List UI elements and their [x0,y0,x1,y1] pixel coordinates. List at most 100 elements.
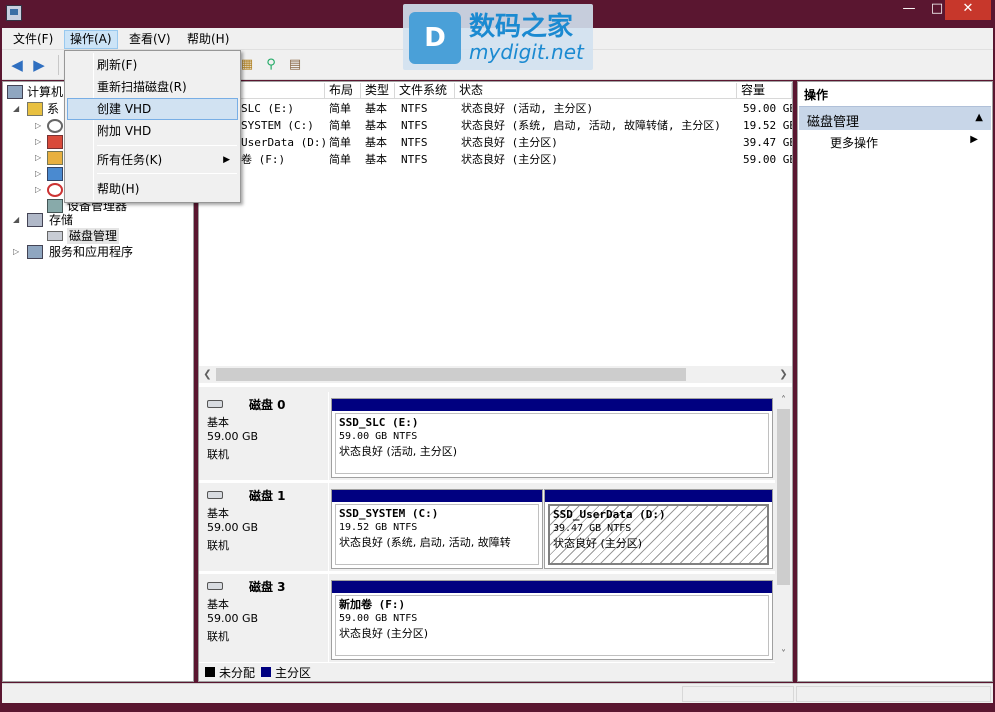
menu-item-all-tasks[interactable]: 所有任务(K) ▶ [67,149,238,171]
expand-icon[interactable]: ▷ [35,166,45,182]
storage-icon [27,213,43,227]
disk-type: 基本 [207,507,229,520]
cell-volume: 卷 (F:) [241,153,286,166]
status-segment [682,686,794,702]
device-manager-icon [47,199,63,213]
disk-row[interactable]: 磁盘 1 基本 59.00 GB 联机 SSD_SYSTEM (C:) 19.5… [199,483,775,571]
submenu-arrow-icon: ▶ [970,134,978,145]
cell-status: 状态良好 (系统, 启动, 活动, 故障转储, 主分区) [461,119,721,132]
partition-size: 59.00 GB NTFS [339,613,418,624]
menu-item-rescan-disks[interactable]: 重新扫描磁盘(R) [67,76,238,98]
partition-body: SSD_UserData (D:) 39.47 GB NTFS 状态良好 (主分… [548,504,769,565]
scroll-left-icon[interactable]: ❮ [199,366,216,383]
partition-size: 59.00 GB NTFS [339,431,418,442]
cell-layout: 简单 [329,102,351,115]
disk-size: 59.00 GB [207,612,259,625]
actions-title: 操作 [804,88,829,102]
menu-separator [97,145,237,146]
partition-status: 状态良好 (活动, 主分区) [339,445,458,458]
horizontal-scrollbar[interactable]: ❮ ❯ [199,366,792,383]
partition-bar [545,490,772,502]
partition[interactable]: 新加卷 (F:) 59.00 GB NTFS 状态良好 (主分区) [331,580,773,660]
partition-size: 39.47 GB NTFS [553,523,632,534]
partition-selected[interactable]: SSD_UserData (D:) 39.47 GB NTFS 状态良好 (主分… [544,489,773,569]
partition[interactable]: SSD_SYSTEM (C:) 19.52 GB NTFS 状态良好 (系统, … [331,489,543,569]
menu-item-label: 所有任务(K) [97,153,163,167]
cell-type: 基本 [365,102,387,115]
partition-bar [332,581,772,593]
forward-arrow-icon[interactable]: ▶ [30,56,48,74]
partition[interactable]: SSD_SLC (E:) 59.00 GB NTFS 状态良好 (活动, 主分区… [331,398,773,478]
column-header-capacity[interactable]: 容量 [737,83,792,99]
toolbar-separator [58,55,59,75]
disk-state: 联机 [207,539,229,552]
scroll-up-icon[interactable]: ˄ [775,392,792,409]
cell-layout: 简单 [329,153,351,166]
column-header-filesystem[interactable]: 文件系统 [395,83,455,99]
disk-name: 磁盘 3 [249,580,286,594]
disk-row[interactable]: 磁盘 3 基本 59.00 GB 联机 新加卷 (F:) 59.00 GB NT… [199,574,775,662]
actions-section-header[interactable]: 磁盘管理 ▲ [799,106,991,130]
menu-item-create-vhd[interactable]: 创建 VHD [67,98,238,120]
scroll-down-icon[interactable]: ˅ [775,646,792,663]
minimize-button[interactable]: — [895,0,923,20]
disk-icon [207,582,223,590]
more-actions-item[interactable]: 更多操作 [830,134,878,151]
action-dropdown-menu: 刷新(F) 重新扫描磁盘(R) 创建 VHD 附加 VHD 所有任务(K) ▶ … [64,50,241,203]
cell-volume: UserData (D:) [241,136,325,149]
disk-info[interactable]: 磁盘 3 基本 59.00 GB 联机 [199,574,329,662]
column-header-type[interactable]: 类型 [361,83,395,99]
partition-status: 状态良好 (系统, 启动, 活动, 故障转 [339,536,511,549]
menu-item-refresh[interactable]: 刷新(F) [67,54,238,76]
scroll-right-icon[interactable]: ❯ [775,366,792,383]
collapse-icon[interactable]: ◢ [13,101,23,117]
menu-file[interactable]: 文件(F) [8,30,58,49]
cell-layout: 简单 [329,119,351,132]
disk-row[interactable]: 磁盘 0 基本 59.00 GB 联机 SSD_SLC (E:) 59.00 G… [199,392,775,480]
cell-type: 基本 [365,153,387,166]
table-row[interactable]: SLC (E:) 简单 基本 NTFS 状态良好 (活动, 主分区) 59.00… [199,100,792,117]
menu-item-attach-vhd[interactable]: 附加 VHD [67,120,238,142]
collapse-icon[interactable]: ◢ [13,212,23,228]
cell-filesystem: NTFS [401,119,428,132]
partition-bar [332,399,772,411]
expand-icon[interactable]: ▷ [35,118,45,134]
disk-size: 59.00 GB [207,521,259,534]
actions-section-label: 磁盘管理 [807,115,860,130]
column-header-status[interactable]: 状态 [455,83,737,99]
menu-view[interactable]: 查看(V) [124,30,176,49]
legend-swatch-unallocated [205,667,215,677]
expand-icon[interactable]: ▷ [35,150,45,166]
status-bar [2,683,993,703]
search-icon[interactable]: ⚲ [262,56,280,74]
column-header-layout[interactable]: 布局 [325,83,361,99]
table-row[interactable]: SYSTEM (C:) 简单 基本 NTFS 状态良好 (系统, 启动, 活动,… [199,117,792,134]
scroll-thumb[interactable] [216,368,686,381]
disk-info[interactable]: 磁盘 0 基本 59.00 GB 联机 [199,392,329,480]
scroll-thumb[interactable] [777,409,790,585]
partition-size: 19.52 GB NTFS [339,522,418,533]
expand-icon[interactable]: ▷ [35,182,45,198]
partition-title: SSD_SLC (E:) [339,416,419,429]
cell-volume: SLC (E:) [241,102,294,115]
back-arrow-icon[interactable]: ◀ [8,56,26,74]
menu-action[interactable]: 操作(A) [64,30,118,49]
expand-icon[interactable]: ▷ [35,134,45,150]
menu-help[interactable]: 帮助(H) [182,30,234,49]
disk-info[interactable]: 磁盘 1 基本 59.00 GB 联机 [199,483,329,571]
legend-label: 主分区 [275,666,312,680]
close-button[interactable]: ✕ [945,0,991,20]
properties-icon[interactable]: ▤ [286,56,304,74]
table-row[interactable]: 卷 (F:) 简单 基本 NTFS 状态良好 (主分区) 59.00 GB [199,151,792,168]
partition-status: 状态良好 (主分区) [553,537,643,550]
vertical-scrollbar[interactable]: ˄ ˅ [775,392,792,663]
disk-size: 59.00 GB [207,430,259,443]
collapse-up-icon[interactable]: ▲ [975,112,983,123]
menu-item-help[interactable]: 帮助(H) [67,178,238,200]
status-segment [796,686,991,702]
table-row[interactable]: UserData (D:) 简单 基本 NTFS 状态良好 (主分区) 39.4… [199,134,792,151]
partition-bar [332,490,542,502]
expand-icon[interactable]: ▷ [13,244,23,260]
cell-layout: 简单 [329,136,351,149]
users-icon [47,167,63,181]
